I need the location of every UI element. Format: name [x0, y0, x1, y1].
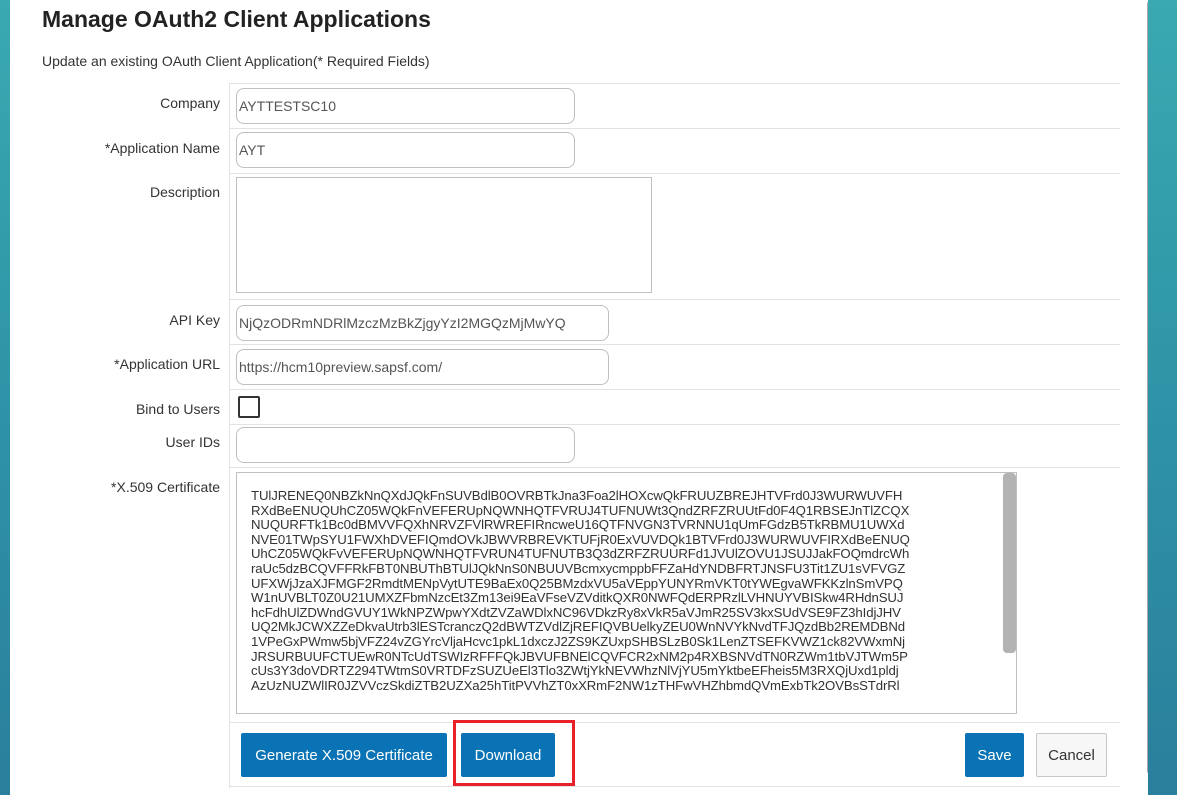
row-divider: [229, 786, 1120, 787]
page-title: Manage OAuth2 Client Applications: [42, 6, 431, 32]
row-divider: [229, 83, 1120, 84]
certificate-content: TUlJRENEQ0NBZkNnQXdJQkFnSUVBdlB0OVRBTkJn…: [251, 488, 910, 693]
user-ids-field[interactable]: [236, 427, 575, 463]
row-divider: [229, 344, 1120, 345]
company-field[interactable]: [236, 88, 575, 124]
download-highlight-box: [453, 720, 575, 786]
save-button[interactable]: Save: [965, 733, 1024, 777]
row-divider: [229, 299, 1120, 300]
row-divider: [229, 467, 1120, 468]
user-ids-label: User IDs: [165, 434, 220, 450]
application-url-field[interactable]: [236, 349, 609, 385]
application-name-label: *Application Name: [104, 140, 220, 156]
row-divider: [229, 389, 1120, 390]
row-divider: [229, 173, 1120, 174]
certificate-label: *X.509 Certificate: [111, 479, 220, 495]
description-label: Description: [149, 184, 220, 200]
certificate-textarea[interactable]: TUlJRENEQ0NBZkNnQXdJQkFnSUVBdlB0OVRBTkJn…: [236, 472, 1017, 714]
modal-scrollbar-thumb[interactable]: [1147, 0, 1148, 775]
company-label: Company: [160, 95, 220, 111]
certificate-scrollbar[interactable]: [1003, 473, 1016, 653]
application-name-field[interactable]: [236, 132, 575, 168]
generate-certificate-button[interactable]: Generate X.509 Certificate: [241, 733, 447, 777]
bind-to-users-label: Bind to Users: [135, 401, 220, 417]
column-divider: [229, 83, 230, 788]
bind-to-users-checkbox[interactable]: [238, 396, 260, 418]
row-divider: [229, 722, 1120, 723]
row-divider: [229, 128, 1120, 129]
api-key-label: API Key: [169, 312, 220, 328]
application-url-label: *Application URL: [114, 356, 220, 372]
description-textarea[interactable]: [236, 177, 652, 293]
cancel-button[interactable]: Cancel: [1036, 733, 1107, 777]
row-divider: [229, 424, 1120, 425]
page-subtitle: Update an existing OAuth Client Applicat…: [42, 53, 430, 69]
api-key-field[interactable]: [236, 305, 609, 341]
oauth-modal: Manage OAuth2 Client Applications Update…: [10, 0, 1148, 795]
